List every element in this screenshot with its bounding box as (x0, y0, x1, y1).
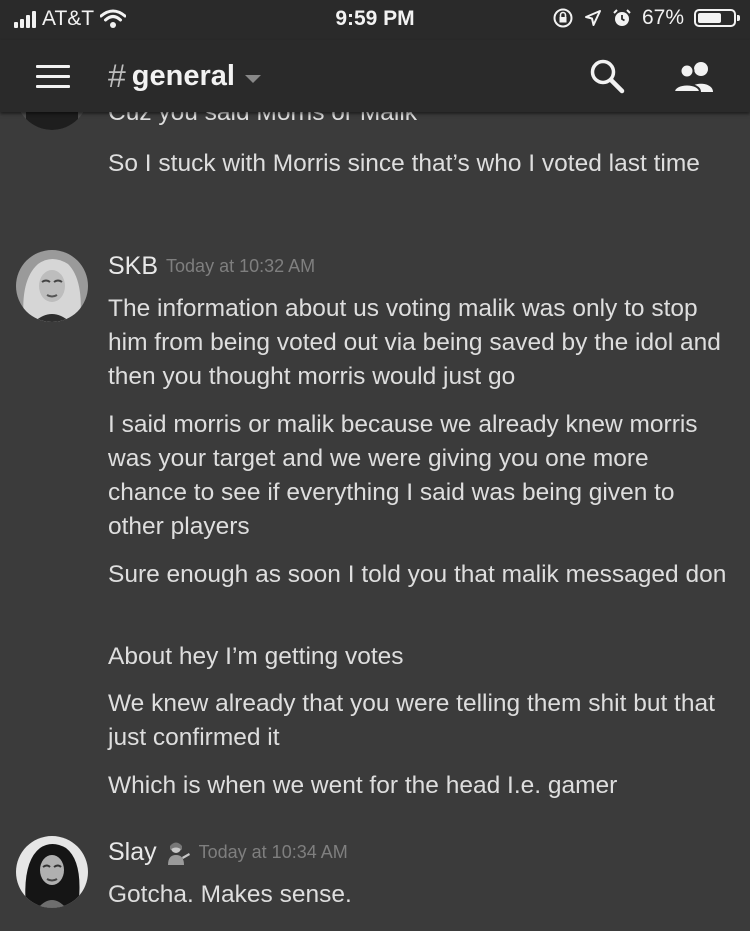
channel-hash-icon: # (108, 58, 126, 94)
channel-selector[interactable]: # general (108, 58, 261, 95)
avatar[interactable] (16, 112, 88, 130)
battery-cap (737, 15, 740, 21)
channel-header: # general (0, 40, 750, 112)
message-list[interactable]: Cuz you said Morris or Malik So I stuck … (0, 112, 750, 931)
members-icon[interactable] (672, 60, 716, 94)
message-header: SKB Today at 10:32 AM (108, 252, 315, 281)
message-text: About hey I’m getting votes (108, 643, 404, 670)
message-text: I said morris or malik because we alread… (108, 411, 698, 540)
battery-percent: 67% (641, 6, 684, 29)
message-text: Cuz you said Morris or Malik (108, 112, 418, 126)
menu-icon[interactable] (36, 65, 70, 89)
rotation-lock-icon (553, 8, 573, 28)
message-text: The information about us voting malik wa… (108, 295, 721, 390)
location-icon (584, 10, 601, 26)
message-text: We knew already that you were telling th… (108, 690, 715, 751)
message-header: Slay Today at 10:34 AM (108, 838, 348, 867)
search-icon[interactable] (589, 58, 625, 94)
message-text: Which is when we went for the head I.e. … (108, 772, 618, 799)
chevron-down-icon (244, 74, 261, 83)
battery-fill (698, 13, 721, 23)
status-bar: AT&T 9:59 PM 67% (0, 0, 750, 40)
author-name[interactable]: Slay (108, 838, 157, 867)
message-text: Gotcha. Makes sense. (108, 881, 352, 908)
message-text: So I stuck with Morris since that’s who … (108, 150, 700, 177)
message-timestamp: Today at 10:34 AM (198, 842, 348, 862)
message-timestamp: Today at 10:32 AM (166, 256, 316, 276)
status-right: 67% (552, 6, 740, 30)
message-text: Sure enough as soon I told you that mali… (108, 561, 727, 588)
alarm-icon (613, 9, 631, 26)
person-tipping-hand-emoji-icon (167, 842, 190, 865)
avatar[interactable] (16, 250, 88, 322)
battery-icon (694, 9, 740, 27)
author-name[interactable]: SKB (108, 252, 158, 281)
avatar[interactable] (16, 836, 88, 908)
channel-name: general (131, 60, 235, 92)
